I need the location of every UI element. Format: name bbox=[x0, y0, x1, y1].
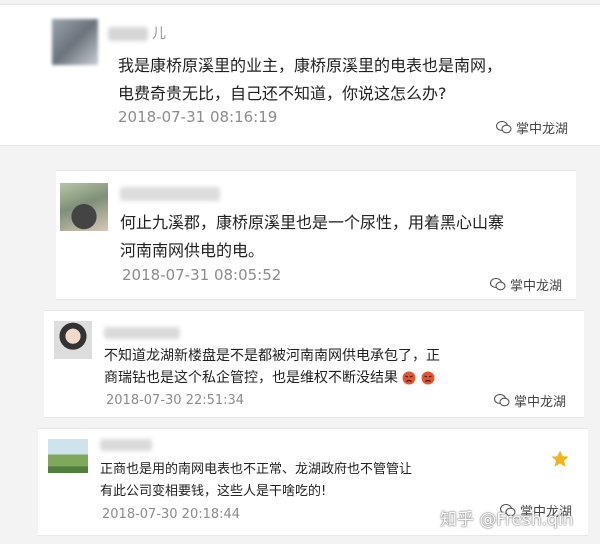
comment-text-line-with-emoji: 商瑞钻也是这个私企管控，也是维权不断没结果 bbox=[104, 367, 440, 389]
comment-timestamp: 2018-07-31 08:05:52 bbox=[122, 266, 282, 284]
comment-timestamp: 2018-07-31 08:16:19 bbox=[118, 108, 278, 126]
comment-timestamp: 2018-07-30 22:51:34 bbox=[106, 393, 245, 408]
comment-text: 不知道龙湖新楼盘是不是都被河南南网供电承包了，正 商瑞钻也是这个私企管控，也是维… bbox=[104, 345, 440, 389]
star-icon[interactable] bbox=[550, 449, 570, 473]
watermark: 知乎 @Fresh.qin bbox=[440, 510, 574, 530]
avatar[interactable] bbox=[52, 19, 98, 65]
avatar[interactable] bbox=[60, 183, 108, 231]
comment-text: 何止九溪郡，康桥原溪里也是一个尿性，用着黑心山寨 河南南网供电的电。 bbox=[120, 209, 504, 265]
comment-text-line: 正商也是用的南网电表也不正常、龙湖政府也不管管让 bbox=[100, 462, 413, 477]
avatar[interactable] bbox=[54, 321, 92, 359]
wechat-icon bbox=[496, 121, 512, 134]
username-fragment: 儿 bbox=[152, 26, 166, 42]
comment-text-line: 电费奇贵无比，自己还不知道，你说这怎么办? bbox=[118, 84, 447, 103]
comment-text-line: 不知道龙湖新楼盘是不是都被河南南网供电承包了，正 bbox=[104, 348, 440, 364]
wechat-icon bbox=[494, 394, 510, 407]
comment-text-line: 商瑞钻也是这个私企管控，也是维权不断没结果 bbox=[104, 370, 398, 386]
angry-face-icon bbox=[421, 371, 435, 385]
comment-text-line: 有此公司变相要钱，这些人是干啥吃的! bbox=[100, 484, 327, 499]
comment-text-line: 我是康桥原溪里的业主，康桥原溪里的电表也是南网， bbox=[118, 56, 503, 75]
avatar[interactable] bbox=[48, 439, 88, 473]
username-blurred[interactable] bbox=[120, 187, 220, 201]
comment-card: 不知道龙湖新楼盘是不是都被河南南网供电承包了，正 商瑞钻也是这个私企管控，也是维… bbox=[44, 310, 584, 418]
comment-text-line: 河南南网供电的电。 bbox=[120, 241, 265, 260]
username-blurred[interactable] bbox=[100, 439, 152, 451]
username-blurred[interactable] bbox=[104, 327, 180, 339]
comment-text: 我是康桥原溪里的业主，康桥原溪里的电表也是南网， 电费奇贵无比，自己还不知道，你… bbox=[118, 52, 502, 108]
source-tag[interactable]: 掌中龙湖 bbox=[494, 391, 566, 410]
comment-timestamp: 2018-07-30 20:18:44 bbox=[102, 507, 241, 522]
source-label: 掌中龙湖 bbox=[510, 279, 563, 294]
comment-text: 正商也是用的南网电表也不正常、龙湖政府也不管管让 有此公司变相要钱，这些人是干啥… bbox=[100, 459, 412, 503]
angry-face-icon bbox=[402, 371, 416, 385]
source-label: 掌中龙湖 bbox=[516, 122, 569, 137]
source-tag[interactable]: 掌中龙湖 bbox=[490, 275, 562, 294]
username-blurred[interactable] bbox=[108, 27, 148, 41]
source-label: 掌中龙湖 bbox=[514, 395, 567, 410]
comment-card: 何止九溪郡，康桥原溪里也是一个尿性，用着黑心山寨 河南南网供电的电。 2018-… bbox=[56, 170, 576, 300]
comment-card: 儿 我是康桥原溪里的业主，康桥原溪里的电表也是南网， 电费奇贵无比，自己还不知道… bbox=[0, 4, 600, 146]
comment-text-line: 何止九溪郡，康桥原溪里也是一个尿性，用着黑心山寨 bbox=[120, 213, 505, 232]
source-tag[interactable]: 掌中龙湖 bbox=[496, 118, 568, 137]
wechat-icon bbox=[490, 278, 506, 291]
